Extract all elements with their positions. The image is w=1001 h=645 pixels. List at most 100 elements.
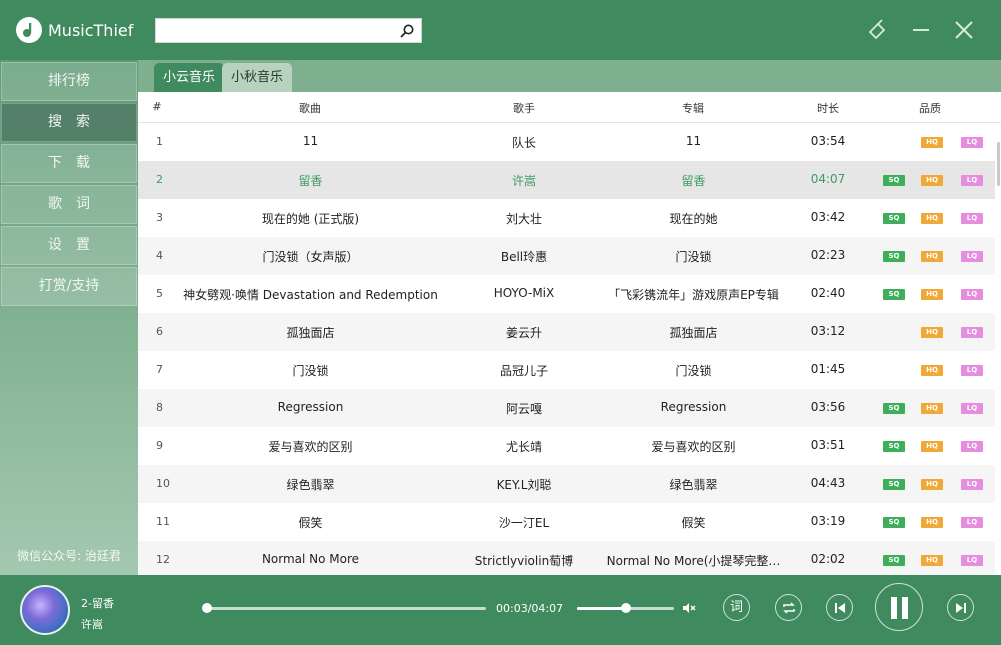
sq-badge[interactable]: SQ	[883, 251, 905, 262]
lq-badge[interactable]: LQ	[961, 137, 983, 148]
cell-artist: HOYO-MiX	[493, 286, 555, 300]
sidebar-item-settings[interactable]: 设 置	[1, 226, 137, 265]
hq-badge[interactable]: HQ	[921, 137, 943, 148]
row-index: 8	[156, 401, 163, 414]
album-cover[interactable]	[20, 585, 70, 635]
search-input[interactable]	[160, 21, 390, 40]
table-row[interactable]: 9 爱与喜欢的区别 尤长靖 爱与喜欢的区别 03:51 SQ HQ LQ	[138, 427, 995, 465]
cell-artist: 沙一汀EL	[498, 516, 550, 530]
cell-song: 假笑	[298, 516, 323, 530]
hq-badge[interactable]: HQ	[921, 479, 943, 490]
cell-album: 爱与喜欢的区别	[651, 440, 736, 454]
table-row[interactable]: 2 留香 许嵩 留香 04:07 SQ HQ LQ	[138, 161, 995, 199]
cell-album: 假笑	[681, 516, 706, 530]
hq-badge[interactable]: HQ	[921, 365, 943, 376]
next-button[interactable]	[947, 594, 974, 621]
lq-badge[interactable]: LQ	[961, 403, 983, 414]
progress-handle[interactable]	[201, 603, 212, 613]
volume-mute-icon[interactable]	[681, 600, 697, 616]
hq-badge[interactable]: HQ	[921, 403, 943, 414]
hq-badge[interactable]: HQ	[921, 555, 943, 566]
sq-badge[interactable]: SQ	[883, 213, 905, 224]
cell-artist: 阿云嘎	[505, 402, 542, 416]
hq-badge[interactable]: HQ	[921, 517, 943, 528]
lq-badge[interactable]: LQ	[961, 441, 983, 452]
lq-badge[interactable]: LQ	[961, 479, 983, 490]
cell-song: 门没锁	[292, 364, 329, 378]
row-index: 2	[156, 173, 163, 186]
minimize-icon[interactable]	[909, 18, 933, 42]
cell-song: 门没锁（女声版）	[262, 250, 359, 264]
hq-badge[interactable]: HQ	[921, 213, 943, 224]
hq-badge[interactable]: HQ	[921, 175, 943, 186]
cell-artist: Strictlyviolin萄博	[474, 554, 574, 568]
cell-song: 绿色翡翠	[286, 478, 335, 492]
table-row[interactable]: 6 孤独面店 姜云升 孤独面店 03:12 HQ LQ	[138, 313, 995, 351]
play-pause-button[interactable]	[875, 583, 923, 631]
hq-badge[interactable]: HQ	[921, 289, 943, 300]
lq-badge[interactable]: LQ	[961, 555, 983, 566]
tab-xiaoyun-music[interactable]: 小云音乐	[154, 63, 225, 92]
table-row[interactable]: 7 门没锁 品冠儿子 门没锁 01:45 HQ LQ	[138, 351, 995, 389]
table-scrollbar[interactable]	[997, 142, 1000, 186]
sidebar-item-lyrics[interactable]: 歌 词	[1, 185, 137, 224]
row-index: 11	[156, 515, 170, 528]
header-song: 歌曲	[299, 102, 321, 115]
hq-badge[interactable]: HQ	[921, 327, 943, 338]
sq-badge[interactable]: SQ	[883, 555, 905, 566]
table-row[interactable]: 1 11 队长 11 03:54 HQ LQ	[138, 123, 995, 161]
lq-badge[interactable]: LQ	[961, 517, 983, 528]
tab-xiaoqiu-music[interactable]: 小秋音乐	[222, 63, 293, 92]
sq-badge[interactable]: SQ	[883, 517, 905, 528]
sq-badge[interactable]: SQ	[883, 403, 905, 414]
header-artist: 歌手	[513, 102, 535, 115]
lq-badge[interactable]: LQ	[961, 213, 983, 224]
row-index: 3	[156, 211, 163, 224]
progress-slider[interactable]	[201, 603, 486, 613]
sq-badge[interactable]: SQ	[883, 175, 905, 186]
song-table: # 歌曲 歌手 专辑 时长 品质 1 11 队长 11 03:54 HQ LQ 2 留香 许嵩 留香…	[138, 92, 1001, 575]
row-index: 12	[156, 553, 170, 566]
sq-badge[interactable]: SQ	[883, 289, 905, 300]
sidebar-item-charts[interactable]: 排行榜	[1, 62, 137, 101]
volume-slider[interactable]	[577, 603, 674, 613]
skin-icon[interactable]	[866, 18, 890, 42]
lq-badge[interactable]: LQ	[961, 289, 983, 300]
repeat-button[interactable]	[775, 594, 802, 621]
close-icon[interactable]	[952, 18, 976, 42]
sidebar-item-donate[interactable]: 打赏/支持	[1, 267, 137, 306]
cell-artist: 尤长靖	[505, 440, 542, 454]
hq-badge[interactable]: HQ	[921, 251, 943, 262]
lyrics-button[interactable]: 词	[723, 594, 750, 621]
row-index: 4	[156, 249, 163, 262]
table-row[interactable]: 11 假笑 沙一汀EL 假笑 03:19 SQ HQ LQ	[138, 503, 995, 541]
sq-badge[interactable]: SQ	[883, 479, 905, 490]
search-box[interactable]	[155, 18, 422, 43]
table-row[interactable]: 4 门没锁（女声版） Bell玲惠 门没锁 02:23 SQ HQ LQ	[138, 237, 995, 275]
lq-badge[interactable]: LQ	[961, 251, 983, 262]
table-row[interactable]: 3 现在的她 (正式版) 刘大壮 现在的她 03:42 SQ HQ LQ	[138, 199, 995, 237]
row-index: 9	[156, 439, 163, 452]
table-row[interactable]: 8 Regression 阿云嘎 Regression 03:56 SQ HQ LQ	[138, 389, 995, 427]
table-row[interactable]: 12 Normal No More Strictlyviolin萄博 Normal N…	[138, 541, 995, 575]
table-row[interactable]: 10 绿色翡翠 KEY.L刘聪 绿色翡翠 04:43 SQ HQ LQ	[138, 465, 995, 503]
header-album: 专辑	[682, 102, 704, 115]
cell-artist: KEY.L刘聪	[496, 478, 552, 492]
lq-badge[interactable]: LQ	[961, 175, 983, 186]
volume-handle[interactable]	[620, 603, 631, 613]
cell-duration: 03:54	[810, 134, 846, 148]
lq-badge[interactable]: LQ	[961, 365, 983, 376]
cell-duration: 04:43	[810, 476, 846, 490]
cell-artist: 刘大壮	[505, 212, 542, 226]
volume-fill	[577, 607, 626, 610]
sq-badge[interactable]: SQ	[883, 441, 905, 452]
table-row[interactable]: 5 神女劈观·唤情 Devastation and Redemption HOYO-…	[138, 275, 995, 313]
hq-badge[interactable]: HQ	[921, 441, 943, 452]
lq-badge[interactable]: LQ	[961, 327, 983, 338]
previous-button[interactable]	[826, 594, 853, 621]
row-index: 5	[156, 287, 163, 300]
sidebar-item-search[interactable]: 搜 索	[1, 103, 137, 142]
search-icon[interactable]	[399, 23, 415, 39]
sidebar-item-download[interactable]: 下 载	[1, 144, 137, 183]
now-playing-artist: 许嵩	[81, 618, 103, 631]
